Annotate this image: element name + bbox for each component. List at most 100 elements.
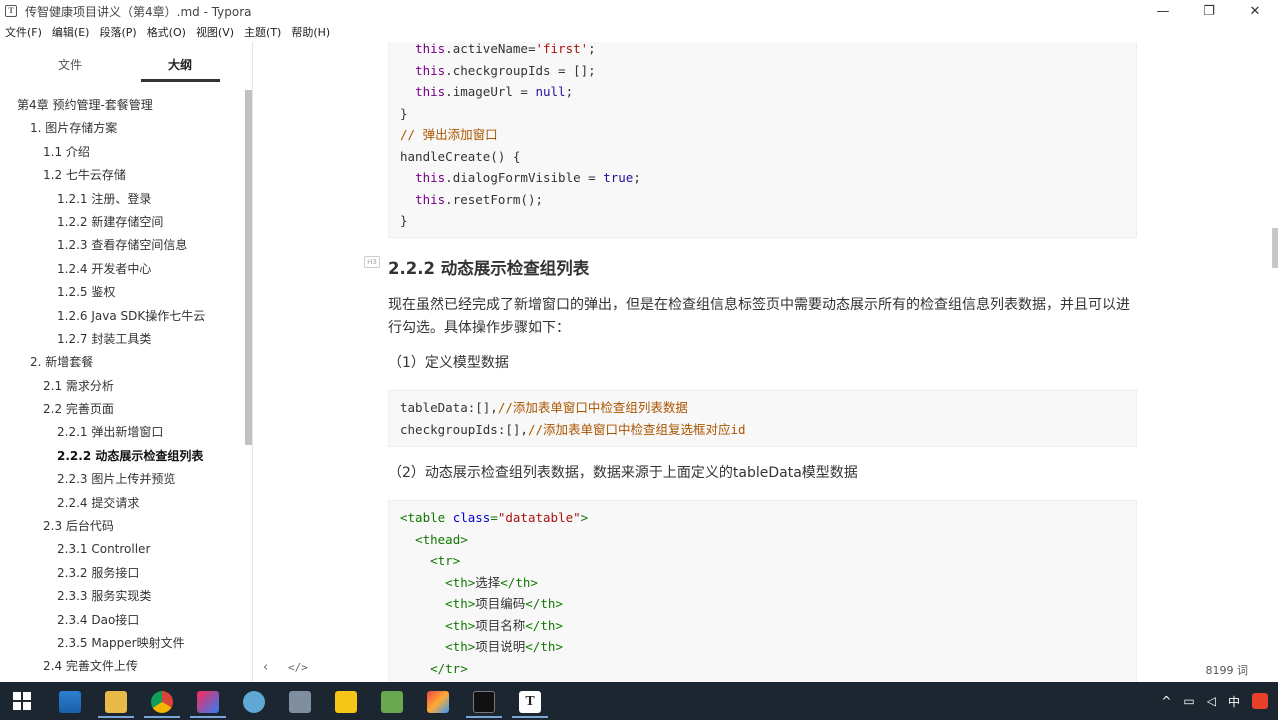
outline-item[interactable]: 2.3.4 Dao接口 [0,609,244,632]
outline-item[interactable]: 2.3.1 Controller [0,538,244,561]
section-heading: 2.2.2 动态展示检查组列表 [388,259,590,278]
taskbar-intellij-icon[interactable] [186,686,230,718]
code-line: <thead> [389,529,1136,551]
tab-files[interactable]: 文件 [58,56,82,73]
tray-expand-icon[interactable]: ^ [1161,694,1171,708]
sidebar-tabs: 文件 大纲 [0,42,253,84]
taskbar-terminal-icon[interactable] [462,686,506,718]
code-token: 选择 [475,574,501,590]
outline-item[interactable]: 2.2.4 提交请求 [0,492,244,515]
outline-item[interactable]: 第4章 预约管理-套餐管理 [0,94,244,117]
outline-item[interactable]: 1.1 介绍 [0,141,244,164]
code-line: <tr> [389,550,1136,572]
outline-item[interactable]: 1.2.3 查看存储空间信息 [0,234,244,257]
word-count[interactable]: 8199 词 [1206,662,1249,678]
code-line: this.dialogFormVisible = true; [389,167,1136,189]
outline-item[interactable]: 2.3 后台代码 [0,515,244,538]
code-token: <table [400,510,453,525]
code-token: .resetForm(); [445,191,544,207]
code-block-model-data[interactable]: tableData:[],//添加表单窗口中检查组列表数据 checkgroupI… [388,390,1137,447]
editor-scrollbar-thumb[interactable] [1272,228,1278,268]
taskbar-folder-icon[interactable] [94,686,138,718]
restore-button[interactable]: ❐ [1186,0,1232,22]
taskbar-typora-icon[interactable]: T [508,686,552,718]
taskbar-app2-icon[interactable] [416,686,460,718]
windows-start-icon[interactable] [13,692,31,710]
menu-format[interactable]: 格式(O) [142,24,191,40]
code-token: checkgroupIds:[], [400,421,528,437]
outline-item[interactable]: 1.2 七牛云存储 [0,164,244,187]
tab-outline[interactable]: 大纲 [168,56,192,73]
code-token: </th> [525,596,563,611]
source-mode-icon[interactable]: </> [288,661,308,674]
code-block-table-html[interactable]: <table class="datatable"> <thead> <tr> <… [388,500,1137,682]
outline-item[interactable]: 1. 图片存储方案 [0,117,244,140]
code-line: this.imageUrl = null; [389,81,1136,103]
window-title: 传智健康项目讲义（第4章）.md - Typora [25,4,252,19]
sidebar-scrollbar-thumb[interactable] [245,90,252,445]
outline-item[interactable]: 2.2.1 弹出新增窗口 [0,421,244,444]
editor-content: this.activeName='first'; this.checkgroup… [254,42,1278,682]
network-icon[interactable]: ▭ [1183,694,1194,708]
menu-view[interactable]: 视图(V) [191,24,239,40]
code-token: ; [588,42,596,56]
menu-help[interactable]: 帮助(H) [286,24,335,40]
outline-item[interactable]: 1.2.7 封装工具类 [0,328,244,351]
paragraph-step1: （1）定义模型数据 [388,355,509,371]
volume-icon[interactable]: ◁ [1207,694,1216,708]
code-token: } [400,105,408,121]
sogou-ime-icon[interactable] [1252,693,1268,709]
taskbar-weibo-icon[interactable] [324,686,368,718]
system-tray: ^ ▭ ◁ 中 [1155,682,1278,720]
outline-item[interactable]: 2.3.2 服务接口 [0,562,244,585]
code-token: 项目名称 [475,617,526,633]
code-token: 'first' [535,42,589,56]
code-token: <th> [445,617,476,633]
close-button[interactable]: ✕ [1232,0,1278,22]
menu-theme[interactable]: 主题(T) [239,24,286,40]
code-token: this [415,191,446,207]
outline-item[interactable]: 2.3.5 Mapper映射文件 [0,632,244,655]
code-token: <th> [445,639,476,654]
code-token: > [580,510,589,525]
taskbar-explorer-icon[interactable] [48,686,92,718]
outline-item[interactable]: 2.2.2 动态展示检查组列表 [0,445,244,468]
menu-file[interactable]: 文件(F) [0,24,47,40]
outline-item[interactable]: 1.2.5 鉴权 [0,281,244,304]
code-block-handle-create[interactable]: this.activeName='first'; this.checkgroup… [388,42,1137,238]
code-token: this [415,170,446,185]
outline-item[interactable]: 1.2.4 开发者中心 [0,258,244,281]
taskbar-app-icon[interactable] [278,686,322,718]
outline-item[interactable]: 1.2.6 Java SDK操作七牛云 [0,305,244,328]
outline-item[interactable]: 2.4 完善文件上传 [0,655,244,678]
taskbar: T ^ ▭ ◁ 中 [0,682,1278,720]
ime-indicator[interactable]: 中 [1228,693,1240,710]
code-line: <th>项目编码</th> [389,593,1136,615]
minimize-button[interactable]: — [1140,0,1186,22]
taskbar-notepad-icon[interactable] [370,686,414,718]
code-token: //添加表单窗口中检查组复选框对应id [527,421,746,437]
outline-item[interactable]: 2.3.3 服务实现类 [0,585,244,608]
outline-item[interactable]: 2.2.3 图片上传并预览 [0,468,244,491]
outline-item[interactable]: 2.1 需求分析 [0,375,244,398]
taskbar-browser-icon[interactable] [232,686,276,718]
taskbar-chrome-icon[interactable] [140,686,184,718]
code-token: .checkgroupIds = []; [445,62,596,78]
toggle-sidebar-icon[interactable]: ‹ [263,660,268,675]
code-token: <th> [445,596,476,611]
outline-item[interactable]: 1.2.1 注册、登录 [0,188,244,211]
outline-item[interactable]: 2.2 完善页面 [0,398,244,421]
code-line: // 弹出添加窗口 [389,124,1136,146]
menu-paragraph[interactable]: 段落(P) [94,24,141,40]
active-tab-indicator [141,79,220,82]
menu-edit[interactable]: 编辑(E) [47,24,95,40]
code-token: = [490,510,498,525]
outline-item[interactable]: 1.2.2 新建存储空间 [0,211,244,234]
outline-item[interactable]: 2. 新增套餐 [0,351,244,374]
